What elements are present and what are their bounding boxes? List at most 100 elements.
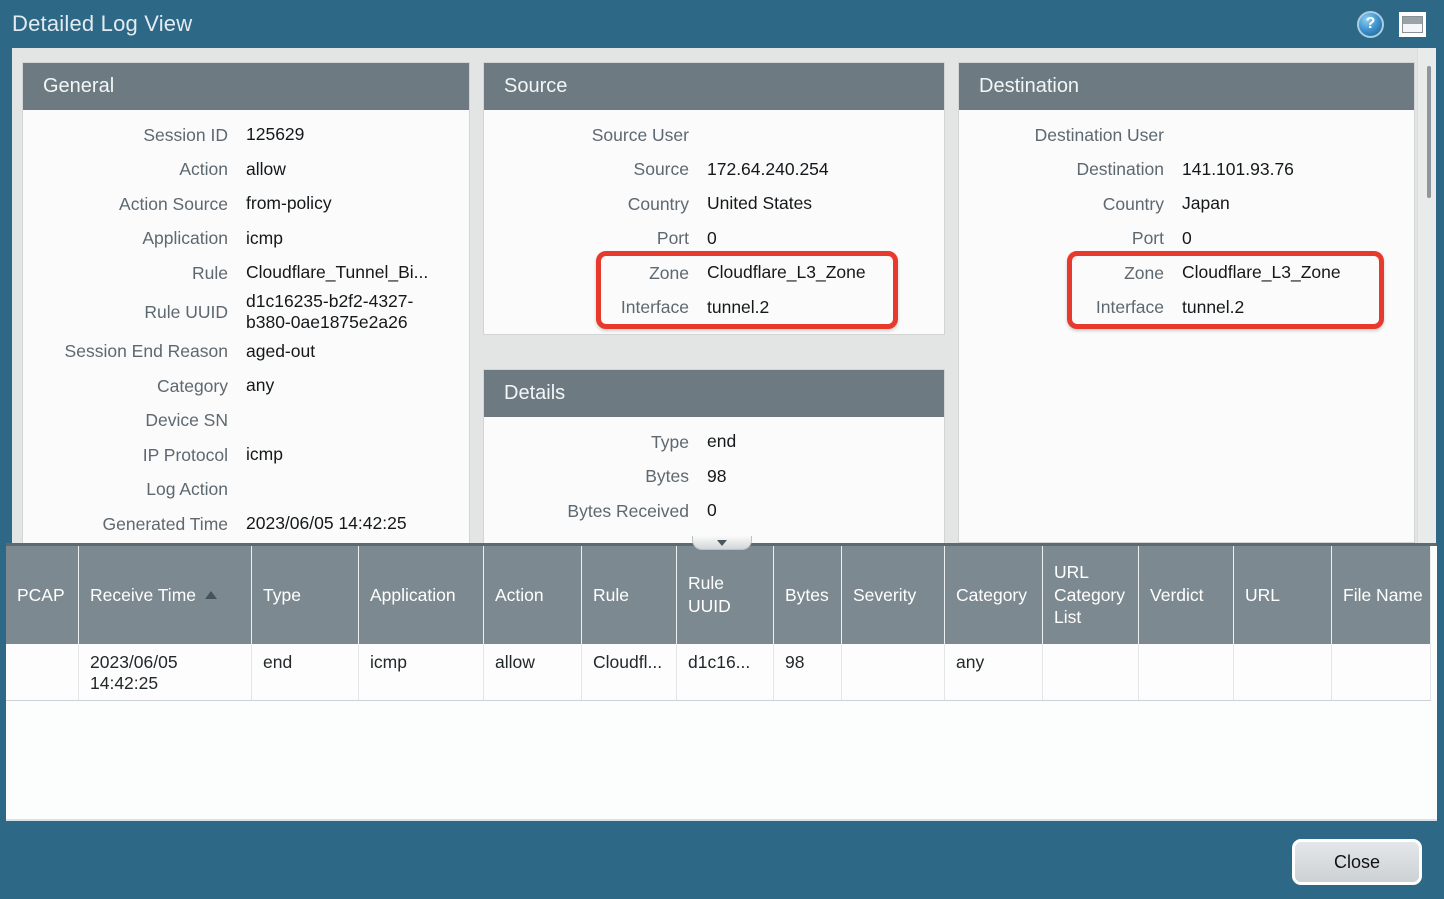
- field-row: Port 0: [484, 222, 944, 257]
- cell-severity: [842, 644, 945, 700]
- field-row: Rule UUID d1c16235-b2f2-4327-b380-0ae1875…: [23, 291, 469, 335]
- destination-panel: Destination Destination User Destination…: [958, 62, 1415, 543]
- field-row: Generated Time2023/06/05 14:42:25: [23, 507, 469, 542]
- collapse-panel-handle[interactable]: [692, 536, 752, 550]
- field-label: Log Action: [23, 479, 228, 500]
- field-label: Device SN: [23, 410, 228, 431]
- sort-ascending-icon: [205, 591, 217, 599]
- log-table-header: PCAP Receive Time Type Application Actio…: [6, 546, 1431, 644]
- field-value: 2023/06/05 14:42:25: [246, 513, 469, 535]
- field-label: Session End Reason: [23, 341, 228, 362]
- field-label: Rule UUID: [23, 302, 228, 323]
- column-header-file-name[interactable]: File Name: [1332, 546, 1431, 644]
- field-value: any: [246, 375, 469, 397]
- field-value: end: [707, 431, 944, 453]
- field-label: Source: [484, 159, 689, 180]
- field-value: 98: [707, 466, 944, 488]
- details-panel: Details Typeend Bytes98 Bytes Received0: [483, 369, 945, 543]
- field-label: Interface: [484, 297, 689, 318]
- cell-action: allow: [484, 644, 582, 700]
- field-value: Cloudflare_Tunnel_Bi...: [246, 262, 469, 284]
- field-row: Source User: [484, 118, 944, 153]
- field-label: Application: [23, 228, 228, 249]
- field-value: United States: [707, 193, 944, 215]
- cell-url-category-list: [1043, 644, 1139, 700]
- field-row: IP Protocolicmp: [23, 438, 469, 473]
- field-row: Device SN: [23, 403, 469, 438]
- field-label: Category: [23, 376, 228, 397]
- field-label: Action Source: [23, 194, 228, 215]
- field-value: 0: [707, 500, 944, 522]
- column-header-url[interactable]: URL: [1234, 546, 1332, 644]
- column-header-receive-time[interactable]: Receive Time: [79, 546, 252, 644]
- field-label: Port: [959, 228, 1164, 249]
- field-value: d1c16235-b2f2-4327-b380-0ae1875e2a26: [246, 291, 469, 335]
- column-header-url-category-list[interactable]: URL Category List: [1043, 546, 1139, 644]
- field-row: Category any: [23, 369, 469, 404]
- log-table-row[interactable]: 2023/06/05 14:42:25 end icmp allow Cloud…: [6, 644, 1431, 701]
- field-value: icmp: [246, 228, 469, 250]
- cell-url: [1234, 644, 1332, 700]
- column-header-verdict[interactable]: Verdict: [1139, 546, 1234, 644]
- field-row: Action Sourcefrom-policy: [23, 187, 469, 222]
- field-label: Zone: [484, 263, 689, 284]
- field-row: Interfacetunnel.2: [959, 291, 1414, 326]
- field-row: Bytes 98: [484, 460, 944, 495]
- cell-application: icmp: [359, 644, 484, 700]
- field-value: aged-out: [246, 341, 469, 363]
- cell-verdict: [1139, 644, 1234, 700]
- general-panel: General Session ID125629 Actionallow Act…: [22, 62, 470, 543]
- field-value: 172.64.240.254: [707, 159, 944, 181]
- cell-file-name: [1332, 644, 1431, 700]
- cell-receive-time: 2023/06/05 14:42:25: [79, 644, 252, 700]
- column-header-application[interactable]: Application: [359, 546, 484, 644]
- cell-category: any: [945, 644, 1043, 700]
- field-row: Destination141.101.93.76: [959, 153, 1414, 188]
- close-button[interactable]: Close: [1292, 839, 1422, 885]
- field-value: 125629: [246, 124, 469, 146]
- column-header-rule[interactable]: Rule: [582, 546, 677, 644]
- field-row: CountryJapan: [959, 187, 1414, 222]
- page-title: Detailed Log View: [12, 11, 192, 37]
- field-label: Country: [959, 194, 1164, 215]
- field-label: Interface: [959, 297, 1164, 318]
- cell-rule-uuid: d1c16...: [677, 644, 774, 700]
- column-header-rule-uuid[interactable]: Rule UUID: [677, 546, 774, 644]
- field-row: Session End Reason aged-out: [23, 334, 469, 369]
- field-label: Port: [484, 228, 689, 249]
- column-header-category[interactable]: Category: [945, 546, 1043, 644]
- field-row: Typeend: [484, 425, 944, 460]
- field-value: 0: [707, 228, 944, 250]
- field-row: ZoneCloudflare_L3_Zone: [959, 256, 1414, 291]
- vertical-scrollbar[interactable]: [1417, 48, 1436, 543]
- column-header-bytes[interactable]: Bytes: [774, 546, 842, 644]
- field-row: Port0: [959, 222, 1414, 257]
- scrollbar-thumb[interactable]: [1427, 66, 1431, 198]
- field-label: Country: [484, 194, 689, 215]
- field-label: Bytes: [484, 466, 689, 487]
- source-panel: Source Source User Source172.64.240.254 …: [483, 62, 945, 335]
- field-value: Cloudflare_L3_Zone: [707, 262, 944, 284]
- field-value: allow: [246, 159, 469, 181]
- column-header-pcap[interactable]: PCAP: [6, 546, 79, 644]
- destination-panel-header: Destination: [959, 63, 1414, 110]
- chevron-down-icon: [717, 540, 727, 546]
- field-row: RuleCloudflare_Tunnel_Bi...: [23, 256, 469, 291]
- field-value: 141.101.93.76: [1182, 159, 1414, 181]
- column-header-severity[interactable]: Severity: [842, 546, 945, 644]
- titlebar: Detailed Log View ?: [0, 0, 1444, 48]
- field-row: Zone Cloudflare_L3_Zone: [484, 256, 944, 291]
- field-row: Destination User: [959, 118, 1414, 153]
- column-header-type[interactable]: Type: [252, 546, 359, 644]
- field-value: icmp: [246, 444, 469, 466]
- field-label: Destination User: [959, 125, 1164, 146]
- general-panel-header: General: [23, 63, 469, 110]
- source-panel-header: Source: [484, 63, 944, 110]
- field-row: Bytes Received0: [484, 494, 944, 529]
- help-icon[interactable]: ?: [1357, 11, 1384, 38]
- field-row: Source 172.64.240.254: [484, 153, 944, 188]
- cell-bytes: 98: [774, 644, 842, 700]
- column-header-action[interactable]: Action: [484, 546, 582, 644]
- window-icon[interactable]: [1399, 12, 1426, 37]
- field-value: tunnel.2: [707, 297, 944, 319]
